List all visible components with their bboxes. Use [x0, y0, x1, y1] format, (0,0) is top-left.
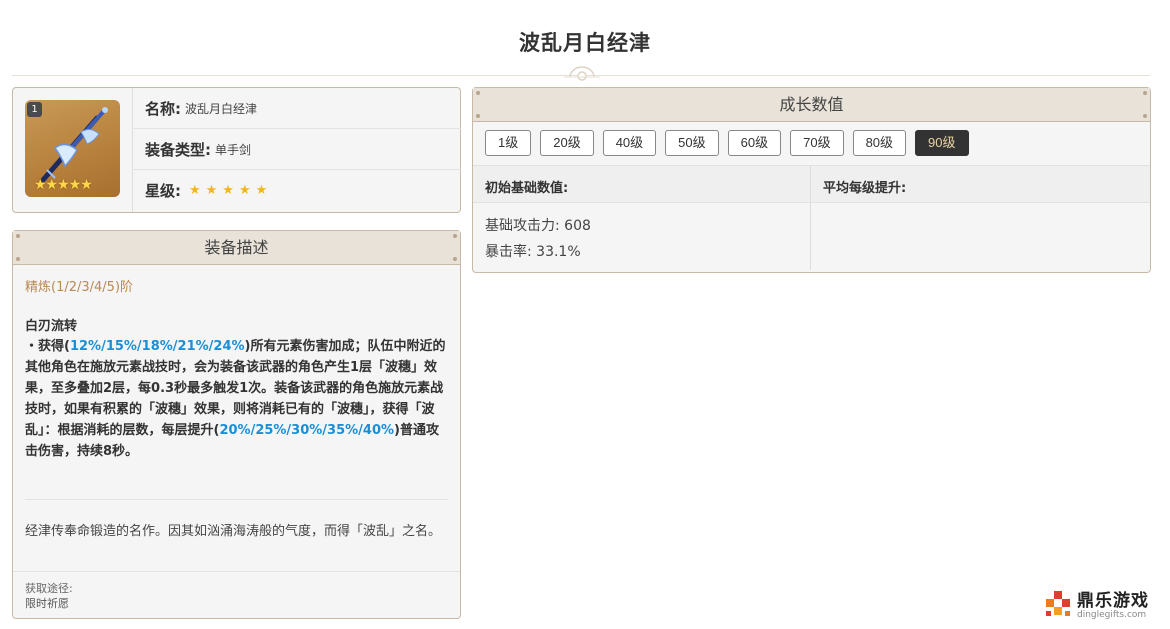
stat-table-body: 基础攻击力: 608 暴击率: 33.1% [473, 203, 1150, 270]
source-box: 获取途径: 限时祈愿 [13, 571, 460, 618]
level-button-20[interactable]: 20级 [540, 130, 594, 156]
level-button-70[interactable]: 70级 [790, 130, 844, 156]
corner-dot [16, 257, 20, 261]
base-stat-cell: 基础攻击力: 608 暴击率: 33.1% [473, 203, 811, 270]
rarity-row: 星级: ★★★★★ [134, 170, 461, 211]
refine-label: 精炼(1/2/3/4/5)阶 [25, 280, 134, 295]
weapon-info-card: 1 ★★★★★ 名称: 波乱月白经津 装备类型: 单手剑 星级: ★★★★★ [12, 87, 461, 213]
page-title: 波乱月白经津 [519, 31, 651, 55]
description-card: 装备描述 精炼(1/2/3/4/5)阶 白刃流转 ・获得(12%/15%/18%… [12, 230, 461, 619]
level-button-40[interactable]: 40级 [602, 130, 657, 156]
name-value: 波乱月白经津 [185, 101, 258, 116]
weapon-image-cell: 1 ★★★★★ [13, 88, 133, 212]
source-value: 限时祈愿 [25, 597, 69, 610]
growth-header-label: 成长数值 [779, 95, 844, 114]
watermark: 鼎乐游戏 dinglegifts.com [1043, 591, 1149, 621]
skill-value-highlight: 20%/25%/30%/35%/40% [219, 423, 395, 438]
skill-text-part: ・获得( [25, 339, 70, 354]
watermark-url: dinglegifts.com [1077, 610, 1147, 620]
base-stat-header: 初始基础数值: [473, 166, 811, 202]
name-label: 名称: [145, 99, 181, 118]
weapon-image[interactable]: 1 ★★★★★ [25, 100, 120, 197]
watermark-title: 鼎乐游戏 [1077, 591, 1149, 611]
corner-dot [476, 91, 480, 95]
level-button-80[interactable]: 80级 [852, 130, 907, 156]
level-button-1[interactable]: 1级 [485, 130, 532, 156]
source-label: 获取途径: [25, 582, 73, 595]
name-row: 名称: 波乱月白经津 [134, 88, 461, 129]
level-button-90[interactable]: 90级 [915, 130, 969, 156]
skill-value-highlight: 12%/15%/18%/21%/24% [69, 339, 245, 354]
description-body: 精炼(1/2/3/4/5)阶 白刃流转 ・获得(12%/15%/18%/21%/… [13, 265, 460, 462]
type-value: 单手剑 [215, 142, 252, 157]
lore-text: 经津传奉命锻造的名作。因其如汹涌海涛般的气度，而得「波乱」之名。 [25, 524, 442, 539]
level-button-60[interactable]: 60级 [727, 130, 782, 156]
type-row: 装备类型: 单手剑 [134, 129, 461, 170]
stat-crit: 暴击率: 33.1% [485, 244, 581, 260]
divider-ornament-icon [564, 66, 600, 81]
level-button-50[interactable]: 50级 [665, 130, 719, 156]
refine-level-badge: 1 [27, 102, 42, 117]
type-label: 装备类型: [145, 140, 211, 159]
rarity-label: 星级: [145, 182, 181, 200]
description-header: 装备描述 [13, 231, 460, 265]
dingle-logo-icon [1043, 591, 1073, 621]
description-header-label: 装备描述 [204, 238, 269, 257]
corner-dot [453, 234, 457, 238]
rarity-stars: ★★★★★ [189, 183, 273, 198]
corner-dot [453, 257, 457, 261]
stat-table-header: 初始基础数值: 平均每级提升: [473, 166, 1150, 203]
growth-header: 成长数值 [473, 88, 1150, 122]
description-divider [25, 499, 448, 500]
image-rarity-stars: ★★★★★ [34, 177, 93, 193]
corner-dot [1143, 114, 1147, 118]
level-selector: 1级 20级 40级 50级 60级 70级 80级 90级 [473, 122, 1150, 166]
skill-text: ・获得(12%/15%/18%/21%/24%)所有元素伤害加成；队伍中附近的其… [25, 336, 448, 462]
corner-dot [16, 234, 20, 238]
avg-stat-header: 平均每级提升: [823, 181, 907, 196]
skill-name: 白刃流转 [25, 319, 78, 334]
stat-atk: 基础攻击力: 608 [485, 218, 591, 234]
growth-card: 成长数值 1级 20级 40级 50级 60级 70级 80级 90级 初始基础… [472, 87, 1151, 273]
corner-dot [476, 114, 480, 118]
corner-dot [1143, 91, 1147, 95]
